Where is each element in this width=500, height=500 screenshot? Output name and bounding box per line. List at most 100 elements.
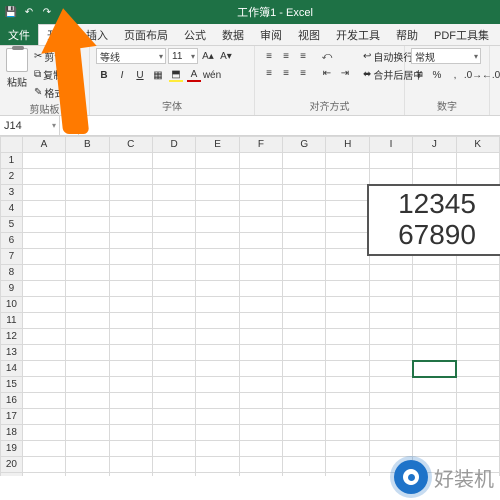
row-head-15[interactable]: 15 bbox=[1, 377, 23, 393]
cell-H21[interactable] bbox=[326, 473, 369, 477]
cell-B2[interactable] bbox=[66, 169, 109, 185]
cell-H7[interactable] bbox=[326, 249, 369, 265]
cell-E9[interactable] bbox=[196, 281, 239, 297]
cell-D10[interactable] bbox=[152, 297, 195, 313]
cell-I2[interactable] bbox=[369, 169, 412, 185]
cell-A7[interactable] bbox=[22, 249, 65, 265]
cell-J1[interactable] bbox=[413, 153, 456, 169]
tab-pdf[interactable]: PDF工具集 bbox=[426, 24, 497, 45]
fx-button[interactable]: fx bbox=[60, 116, 78, 135]
tab-formulas[interactable]: 公式 bbox=[176, 24, 214, 45]
align-center-icon[interactable]: ≡ bbox=[278, 65, 294, 81]
cell-K16[interactable] bbox=[456, 393, 499, 409]
cell-J12[interactable] bbox=[413, 329, 456, 345]
cell-B15[interactable] bbox=[66, 377, 109, 393]
copy-button[interactable]: ⧉复制 bbox=[32, 66, 76, 83]
cell-A6[interactable] bbox=[22, 233, 65, 249]
border-button[interactable]: ▦ bbox=[150, 67, 166, 83]
tab-dev[interactable]: 开发工具 bbox=[328, 24, 388, 45]
col-head-K[interactable]: K bbox=[456, 137, 499, 153]
paste-button[interactable]: 粘贴 bbox=[6, 48, 28, 89]
cell-F4[interactable] bbox=[239, 201, 282, 217]
cell-J14[interactable] bbox=[413, 361, 456, 377]
cell-F14[interactable] bbox=[239, 361, 282, 377]
increase-indent-icon[interactable]: ⇥ bbox=[337, 65, 353, 81]
cell-J10[interactable] bbox=[413, 297, 456, 313]
orientation-icon[interactable]: ⤺ bbox=[319, 48, 335, 64]
cell-H11[interactable] bbox=[326, 313, 369, 329]
cell-F13[interactable] bbox=[239, 345, 282, 361]
decrease-decimal-icon[interactable]: ←.0 bbox=[483, 67, 499, 83]
cell-C19[interactable] bbox=[109, 441, 152, 457]
align-middle-icon[interactable]: ≡ bbox=[278, 48, 294, 64]
cell-D16[interactable] bbox=[152, 393, 195, 409]
currency-icon[interactable]: ¥ bbox=[411, 67, 427, 83]
decrease-indent-icon[interactable]: ⇤ bbox=[319, 65, 335, 81]
cell-D7[interactable] bbox=[152, 249, 195, 265]
cell-H12[interactable] bbox=[326, 329, 369, 345]
increase-decimal-icon[interactable]: .0→ bbox=[465, 67, 481, 83]
cell-E6[interactable] bbox=[196, 233, 239, 249]
comma-icon[interactable]: , bbox=[447, 67, 463, 83]
row-head-14[interactable]: 14 bbox=[1, 361, 23, 377]
bold-button[interactable]: B bbox=[96, 67, 112, 83]
align-top-icon[interactable]: ≡ bbox=[261, 48, 277, 64]
cell-G3[interactable] bbox=[283, 185, 326, 201]
cell-D4[interactable] bbox=[152, 201, 195, 217]
cell-C11[interactable] bbox=[109, 313, 152, 329]
cell-K8[interactable] bbox=[456, 265, 499, 281]
cell-K10[interactable] bbox=[456, 297, 499, 313]
row-head-17[interactable]: 17 bbox=[1, 409, 23, 425]
cell-B18[interactable] bbox=[66, 425, 109, 441]
cell-H20[interactable] bbox=[326, 457, 369, 473]
cell-A5[interactable] bbox=[22, 217, 65, 233]
cell-D11[interactable] bbox=[152, 313, 195, 329]
phonetic-button[interactable]: wén bbox=[204, 67, 220, 83]
cell-H15[interactable] bbox=[326, 377, 369, 393]
cell-I19[interactable] bbox=[369, 441, 412, 457]
cell-C12[interactable] bbox=[109, 329, 152, 345]
cell-G8[interactable] bbox=[283, 265, 326, 281]
cell-G20[interactable] bbox=[283, 457, 326, 473]
redo-icon[interactable]: ↷ bbox=[40, 5, 54, 19]
cell-J8[interactable] bbox=[413, 265, 456, 281]
cell-F2[interactable] bbox=[239, 169, 282, 185]
cell-F5[interactable] bbox=[239, 217, 282, 233]
cell-F19[interactable] bbox=[239, 441, 282, 457]
cell-C6[interactable] bbox=[109, 233, 152, 249]
col-head-E[interactable]: E bbox=[196, 137, 239, 153]
tab-data[interactable]: 数据 bbox=[214, 24, 252, 45]
cell-C7[interactable] bbox=[109, 249, 152, 265]
row-head-3[interactable]: 3 bbox=[1, 185, 23, 201]
cell-E10[interactable] bbox=[196, 297, 239, 313]
cell-K18[interactable] bbox=[456, 425, 499, 441]
cell-J2[interactable] bbox=[413, 169, 456, 185]
cell-F15[interactable] bbox=[239, 377, 282, 393]
cell-B13[interactable] bbox=[66, 345, 109, 361]
cell-I11[interactable] bbox=[369, 313, 412, 329]
formula-bar[interactable] bbox=[78, 116, 500, 135]
cell-G14[interactable] bbox=[283, 361, 326, 377]
cell-F21[interactable] bbox=[239, 473, 282, 477]
cell-A18[interactable] bbox=[22, 425, 65, 441]
cell-G4[interactable] bbox=[283, 201, 326, 217]
row-head-4[interactable]: 4 bbox=[1, 201, 23, 217]
cell-D2[interactable] bbox=[152, 169, 195, 185]
cell-F8[interactable] bbox=[239, 265, 282, 281]
cell-E17[interactable] bbox=[196, 409, 239, 425]
font-color-button[interactable]: A bbox=[186, 67, 202, 83]
cell-G21[interactable] bbox=[283, 473, 326, 477]
cell-H4[interactable] bbox=[326, 201, 369, 217]
cell-C21[interactable] bbox=[109, 473, 152, 477]
percent-icon[interactable]: % bbox=[429, 67, 445, 83]
row-head-10[interactable]: 10 bbox=[1, 297, 23, 313]
cell-G18[interactable] bbox=[283, 425, 326, 441]
cell-K11[interactable] bbox=[456, 313, 499, 329]
cell-E5[interactable] bbox=[196, 217, 239, 233]
cell-G11[interactable] bbox=[283, 313, 326, 329]
cell-J17[interactable] bbox=[413, 409, 456, 425]
tab-view[interactable]: 视图 bbox=[290, 24, 328, 45]
cell-I15[interactable] bbox=[369, 377, 412, 393]
increase-font-icon[interactable]: A▴ bbox=[200, 48, 216, 64]
cell-E21[interactable] bbox=[196, 473, 239, 477]
